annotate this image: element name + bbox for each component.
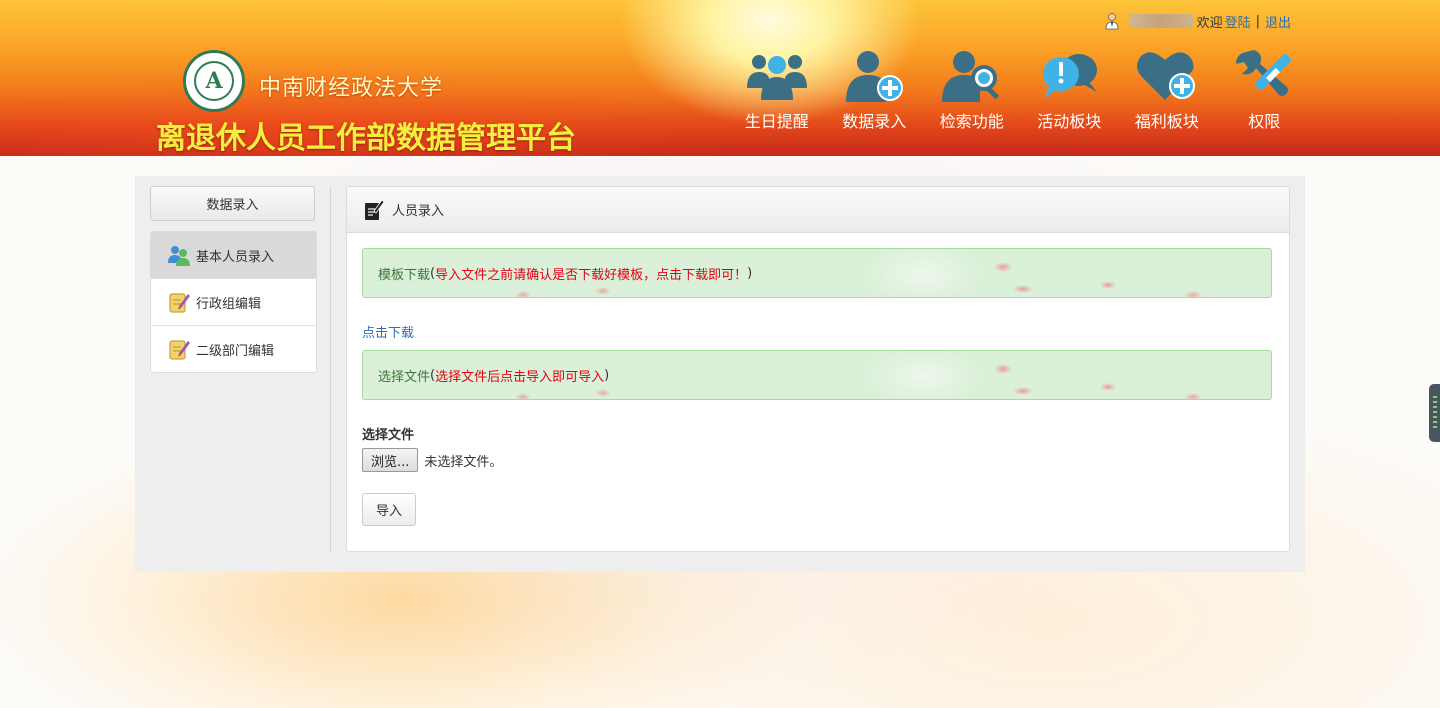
template-download-alert: 模板下载 (导入文件之前请确认是否下载好模板，点击下载即可！) (362, 248, 1272, 298)
group-users-icon (746, 55, 807, 100)
nav-welfare[interactable]: 福利板块 (1118, 48, 1216, 132)
file-input: 浏览... 未选择文件。 (362, 448, 502, 472)
heart-plus-icon (1136, 52, 1195, 100)
main-content: 数据录入 基本人员录入 行政组编辑 二级部门编辑 人员录入 模板下载 (导入文… (135, 176, 1305, 572)
university-name: 中南财经政法大学 (259, 76, 444, 101)
nav-birthday-reminder[interactable]: 生日提醒 (728, 48, 826, 132)
edit-document-icon (365, 198, 385, 220)
browse-button[interactable]: 浏览... (362, 448, 419, 472)
link-separator: | (1255, 13, 1260, 29)
sidebar-item-label: 二级部门编辑 (196, 343, 275, 359)
logout-link[interactable]: 退出 (1265, 12, 1291, 31)
panel-title: 人员录入 (392, 204, 445, 219)
sidebar-item-admin-group[interactable]: 行政组编辑 (151, 279, 316, 326)
university-logo: A (183, 50, 245, 112)
nav-label: 活动板块 (1037, 112, 1102, 131)
user-avatar-icon (1105, 13, 1118, 30)
blurred-username (1128, 14, 1193, 28)
sidebar-menu: 基本人员录入 行政组编辑 二级部门编辑 (150, 231, 317, 373)
side-widget-handle[interactable] (1429, 384, 1440, 442)
nav-activities[interactable]: 活动板块 (1021, 48, 1119, 132)
nav-data-entry[interactable]: 数据录入 (826, 48, 924, 132)
import-button[interactable]: 导入 (362, 493, 416, 526)
user-search-icon (941, 51, 999, 102)
nav-search[interactable]: 检索功能 (923, 48, 1021, 132)
edit-note-icon (169, 340, 190, 360)
header-banner: A 中南财经政法大学 离退休人员工作部数据管理平台 欢迎 登陆 | 退出 生日提… (0, 0, 1440, 156)
sidebar-heading[interactable]: 数据录入 (150, 186, 315, 221)
login-link[interactable]: 登陆 (1225, 12, 1251, 31)
nav-label: 生日提醒 (744, 112, 809, 131)
entry-panel: 人员录入 模板下载 (导入文件之前请确认是否下载好模板，点击下载即可！) 点击下… (346, 186, 1290, 552)
divider (330, 186, 331, 552)
alert-note: 选择文件后点击导入即可导入 (435, 369, 605, 385)
edit-note-icon (169, 293, 190, 313)
alert-label: 选择文件 (378, 369, 431, 385)
chat-alert-icon (1043, 54, 1098, 98)
add-user-icon (846, 51, 904, 102)
panel-header: 人员录入 (347, 187, 1289, 233)
download-template-link[interactable]: 点击下载 (362, 322, 414, 341)
sidebar-item-secondary-dept[interactable]: 二级部门编辑 (151, 326, 316, 372)
users-icon (168, 246, 190, 266)
no-file-status: 未选择文件。 (424, 454, 503, 470)
nav-label: 福利板块 (1134, 112, 1199, 131)
main-nav: 生日提醒 数据录入 检索功能 活动板块 福利板块 权限 (728, 48, 1313, 132)
choose-file-alert: 选择文件 (选择文件后点击导入即可导入) (362, 350, 1272, 400)
sidebar-item-basic-entry[interactable]: 基本人员录入 (151, 232, 316, 279)
nav-label: 权限 (1248, 112, 1281, 131)
sidebar: 数据录入 基本人员录入 行政组编辑 二级部门编辑 (150, 186, 317, 373)
alert-label: 模板下载 (378, 267, 431, 283)
nav-permissions[interactable]: 权限 (1216, 48, 1314, 132)
sidebar-item-label: 基本人员录入 (196, 249, 275, 265)
alert-note: 导入文件之前请确认是否下载好模板，点击下载即可！ (435, 267, 748, 283)
nav-label: 检索功能 (939, 112, 1004, 131)
welcome-text: 欢迎 (1196, 15, 1223, 31)
user-bar: 欢迎 登陆 | 退出 (1103, 12, 1291, 31)
nav-label: 数据录入 (842, 112, 907, 131)
platform-title: 离退休人员工作部数据管理平台 (156, 121, 576, 156)
sidebar-item-label: 行政组编辑 (196, 296, 262, 312)
tools-icon (1236, 50, 1292, 96)
file-field-label: 选择文件 (362, 428, 415, 443)
logo-emblem: A (194, 61, 234, 101)
